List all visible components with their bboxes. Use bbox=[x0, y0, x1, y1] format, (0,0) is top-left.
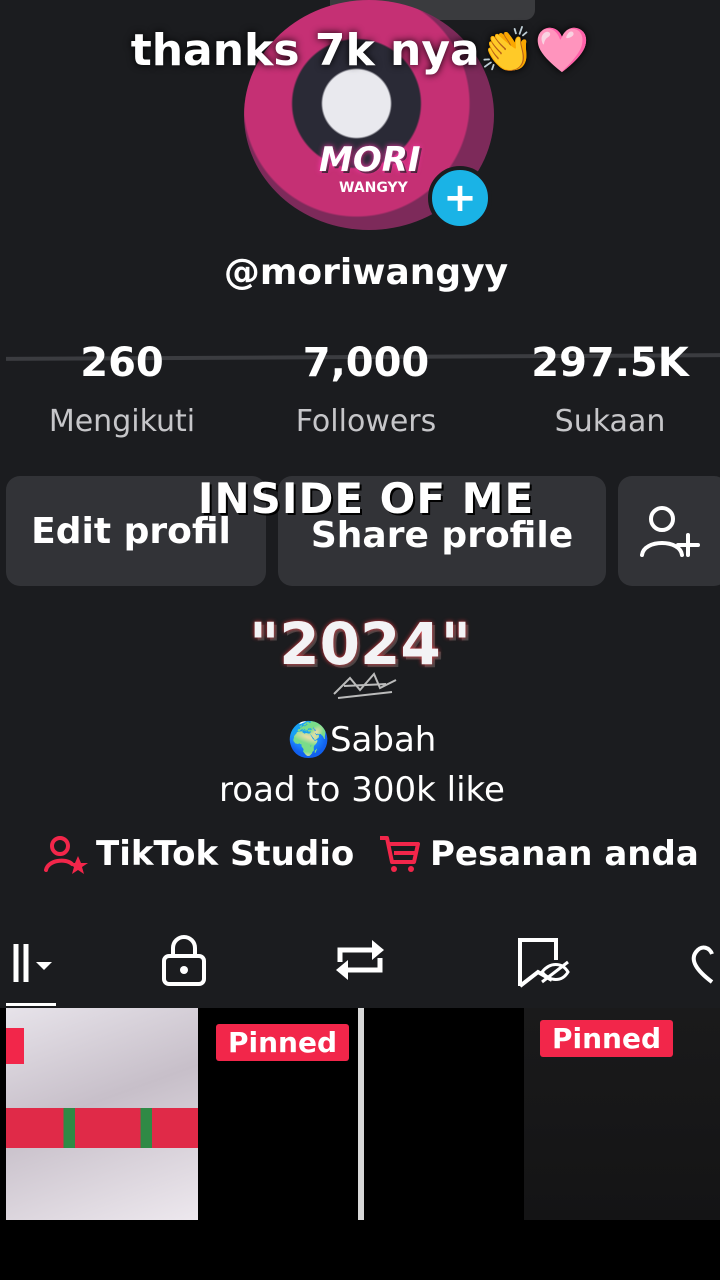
stat-followers-value: 7,000 bbox=[302, 340, 430, 386]
overlay-caption: thanks 7k nya👏🩷 bbox=[130, 25, 590, 76]
studio-icon bbox=[44, 836, 88, 874]
orders-link[interactable]: Pesanan anda bbox=[378, 834, 699, 874]
add-avatar-plus-icon[interactable]: + bbox=[428, 166, 492, 230]
username: @moriwangyy bbox=[223, 252, 509, 293]
tiktok-studio-link[interactable]: TikTok Studio bbox=[44, 834, 354, 874]
video-grid: Pinned Pinned bbox=[0, 1008, 720, 1220]
private-lock-icon[interactable] bbox=[156, 930, 212, 990]
bio-tagline: road to 300k like bbox=[219, 770, 505, 810]
video-thumbnail[interactable]: Pinned bbox=[202, 1008, 358, 1220]
orders-label: Pesanan anda bbox=[430, 834, 699, 874]
stat-followers-label: Followers bbox=[295, 404, 437, 439]
signature-scribble-icon bbox=[333, 672, 397, 699]
pinned-badge: Pinned bbox=[216, 1024, 350, 1061]
video-thumbnail[interactable]: Pinned bbox=[524, 1008, 720, 1220]
tiktok-studio-label: TikTok Studio bbox=[96, 834, 355, 874]
cart-icon bbox=[380, 836, 420, 872]
active-tab-indicator bbox=[6, 1003, 56, 1006]
content-tabs bbox=[0, 920, 720, 1000]
stat-likes[interactable]: 297.5K Sukaan bbox=[510, 340, 710, 439]
stat-likes-label: Sukaan bbox=[554, 404, 666, 439]
avatar-logo-subtext: WANGYY bbox=[339, 180, 408, 196]
thumbnail-art bbox=[6, 1108, 198, 1148]
bottom-black-bar bbox=[0, 1220, 720, 1280]
thumbnail-accent bbox=[6, 1028, 24, 1064]
bio-location: 🌍Sabah bbox=[287, 720, 437, 760]
video-thumbnail[interactable] bbox=[6, 1008, 198, 1220]
repost-icon[interactable] bbox=[330, 930, 390, 990]
stat-followers[interactable]: 7,000 Followers bbox=[266, 340, 466, 439]
avatar-logo-text: MORI bbox=[319, 140, 421, 180]
stat-following-value: 260 bbox=[80, 340, 164, 386]
pinned-badge: Pinned bbox=[540, 1020, 674, 1057]
stat-following[interactable]: 260 Mengikuti bbox=[22, 340, 222, 439]
stat-following-label: Mengikuti bbox=[48, 404, 196, 439]
stat-likes-value: 297.5K bbox=[531, 340, 689, 386]
overlay-title: INSIDE OF ME bbox=[197, 474, 535, 523]
videos-grid-icon[interactable] bbox=[8, 930, 58, 990]
liked-heart-icon[interactable] bbox=[686, 930, 720, 990]
video-thumbnail[interactable] bbox=[364, 1008, 524, 1220]
favorites-hidden-icon[interactable] bbox=[512, 930, 572, 990]
